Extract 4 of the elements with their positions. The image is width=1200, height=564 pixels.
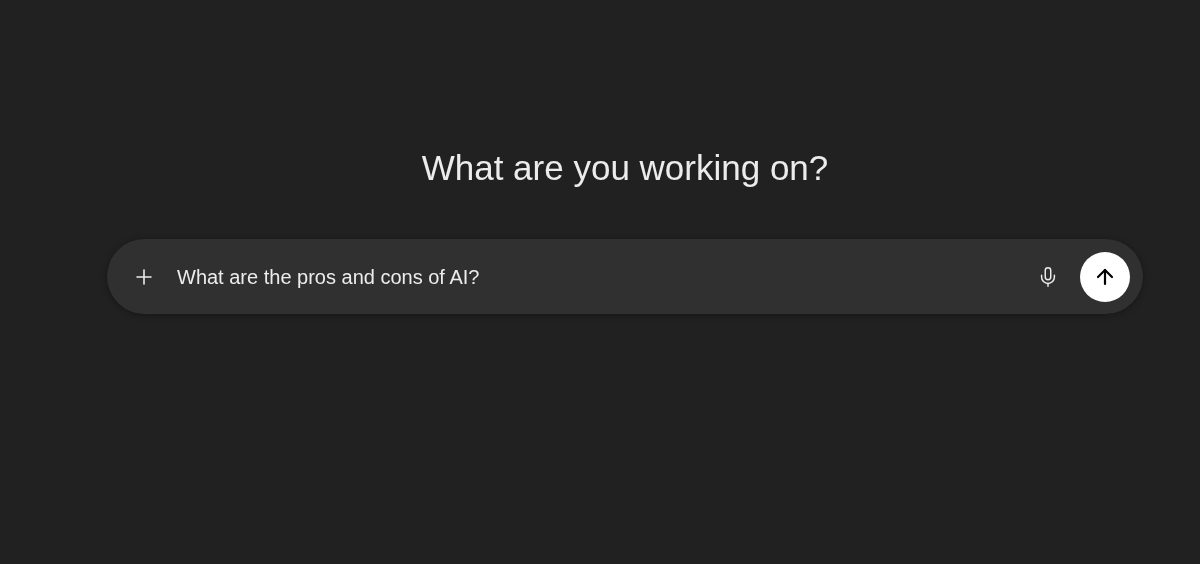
send-button[interactable]	[1080, 251, 1130, 302]
message-input[interactable]: What are the pros and cons of AI?	[177, 261, 1030, 292]
page-heading: What are you working on?	[421, 147, 829, 189]
message-composer[interactable]: What are the pros and cons of AI?	[107, 239, 1143, 314]
